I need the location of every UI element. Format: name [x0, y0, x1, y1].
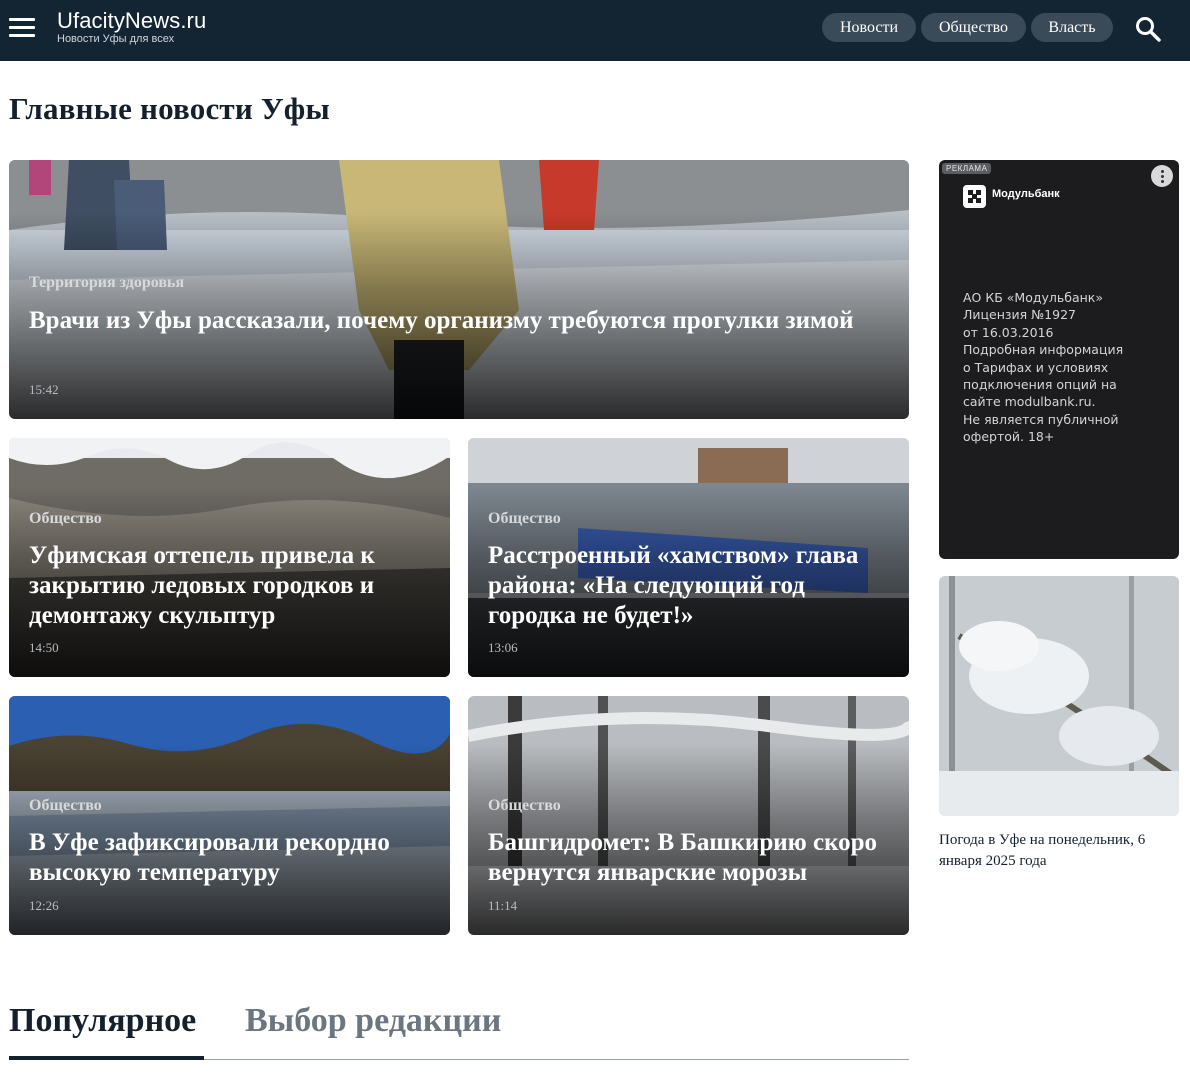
article-time: 14:50	[29, 640, 59, 655]
nav-government[interactable]: Власть	[1031, 13, 1113, 42]
ad-line: Не является публичной	[963, 411, 1119, 427]
ad-line: Подробная информация	[963, 342, 1124, 358]
article-category[interactable]: Общество	[488, 510, 561, 528]
article-time: 12:26	[29, 898, 59, 913]
top-bar: UfacityNews.ru Новости Уфы для всех Ново…	[0, 0, 1190, 61]
ad-line: о Тарифах и условиях	[963, 359, 1109, 375]
site-slogan: Новости Уфы для всех	[57, 33, 175, 45]
modulbank-logo-icon	[963, 185, 986, 208]
active-tab-indicator	[9, 1056, 204, 1060]
ad-line: подключения опций на	[963, 377, 1117, 393]
site-logo[interactable]: UfacityNews.ru	[57, 8, 206, 34]
ad-disclaimer: АО КБ «Модульбанк» Лицензия №1927 от 16.…	[963, 289, 1163, 446]
article-title[interactable]: Врачи из Уфы рассказали, почему организм…	[29, 306, 889, 336]
article-card[interactable]: Общество Расстроенный «хамством» глава р…	[468, 438, 909, 677]
menu-icon[interactable]	[9, 17, 35, 37]
article-time: 15:42	[29, 382, 59, 397]
ad-label: РЕКЛАМА	[942, 163, 992, 174]
tab-popular[interactable]: Популярное	[9, 1002, 196, 1040]
article-title[interactable]: В Уфе зафиксировали рекордно высокую тем…	[29, 828, 430, 888]
advertisement[interactable]: РЕКЛАМА Модульбанк АО КБ «Модульбанк» Ли…	[939, 160, 1179, 559]
image-overlay	[468, 696, 909, 935]
ad-line: сайте modulbank.ru.	[963, 394, 1096, 410]
tab-editors-choice[interactable]: Выбор редакции	[245, 1002, 501, 1040]
frosted-pine-image	[939, 576, 1179, 816]
article-time: 13:06	[488, 640, 518, 655]
ad-line: офертой. 18+	[963, 429, 1055, 445]
nav-society[interactable]: Общество	[921, 13, 1026, 42]
article-category[interactable]: Общество	[29, 510, 102, 528]
article-title[interactable]: Уфимская оттепель привела к закрытию лед…	[29, 541, 430, 631]
search-icon[interactable]	[1135, 16, 1161, 42]
article-title[interactable]: Расстроенный «хамством» глава района: «Н…	[488, 541, 889, 631]
image-overlay	[9, 696, 450, 935]
ad-line: Лицензия №1927	[963, 307, 1076, 323]
article-card[interactable]: Общество Башгидромет: В Башкирию скоро в…	[468, 696, 909, 935]
ad-line: АО КБ «Модульбанк»	[963, 290, 1104, 305]
article-card-main[interactable]: Территория здоровья Врачи из Уфы рассказ…	[9, 160, 909, 419]
ad-line: от 16.03.2016	[963, 324, 1054, 340]
article-title[interactable]: Башгидромет: В Башкирию скоро вернутся я…	[488, 828, 889, 888]
nav-news[interactable]: Новости	[822, 13, 916, 42]
article-card[interactable]: Общество В Уфе зафиксировали рекордно вы…	[9, 696, 450, 935]
more-options-icon[interactable]	[1151, 165, 1173, 187]
article-time: 11:14	[488, 898, 518, 913]
article-category[interactable]: Общество	[29, 797, 102, 815]
page-title: Главные новости Уфы	[9, 91, 330, 126]
sidebar-article-title[interactable]: Погода в Уфе на понедельник, 6 января 20…	[939, 830, 1184, 872]
article-category[interactable]: Территория здоровья	[29, 274, 184, 292]
article-category[interactable]: Общество	[488, 797, 561, 815]
ad-brand-name: Модульбанк	[992, 188, 1060, 200]
sidebar-article-image[interactable]	[939, 576, 1179, 816]
article-card[interactable]: Общество Уфимская оттепель привела к зак…	[9, 438, 450, 677]
